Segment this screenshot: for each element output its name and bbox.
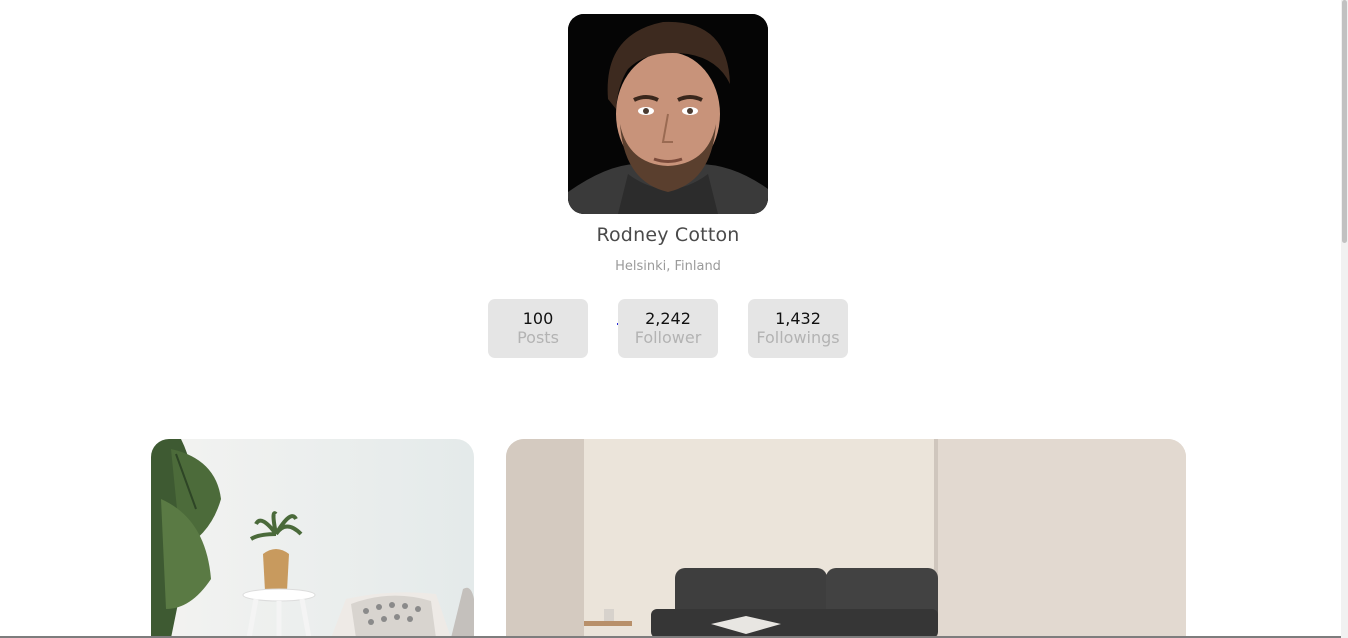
scrollbar-thumb[interactable]	[1342, 0, 1347, 243]
stat-followers-label: Follower	[634, 328, 702, 347]
stat-followings-label: Followings	[756, 328, 840, 347]
avatar-portrait	[568, 14, 768, 214]
profile-name: Rodney Cotton	[596, 224, 740, 246]
stat-followings-value: 1,432	[775, 309, 821, 328]
gallery-photo-plant[interactable]	[151, 439, 474, 638]
photo-sofa-image	[506, 439, 1186, 638]
stat-posts-value: 100	[522, 309, 554, 328]
stat-posts-label: Posts	[517, 328, 559, 347]
gallery-photo-sofa[interactable]	[506, 439, 1186, 638]
photo-plant-image	[151, 439, 474, 638]
stat-followers[interactable]: 2,242 Follower	[618, 299, 718, 358]
stat-posts[interactable]: 100 Posts	[488, 299, 588, 358]
stat-followers-value: 2,242	[645, 309, 691, 328]
avatar	[568, 14, 768, 214]
profile-location: Helsinki, Finland	[615, 259, 721, 274]
stat-followings[interactable]: 1,432 Followings	[748, 299, 848, 358]
